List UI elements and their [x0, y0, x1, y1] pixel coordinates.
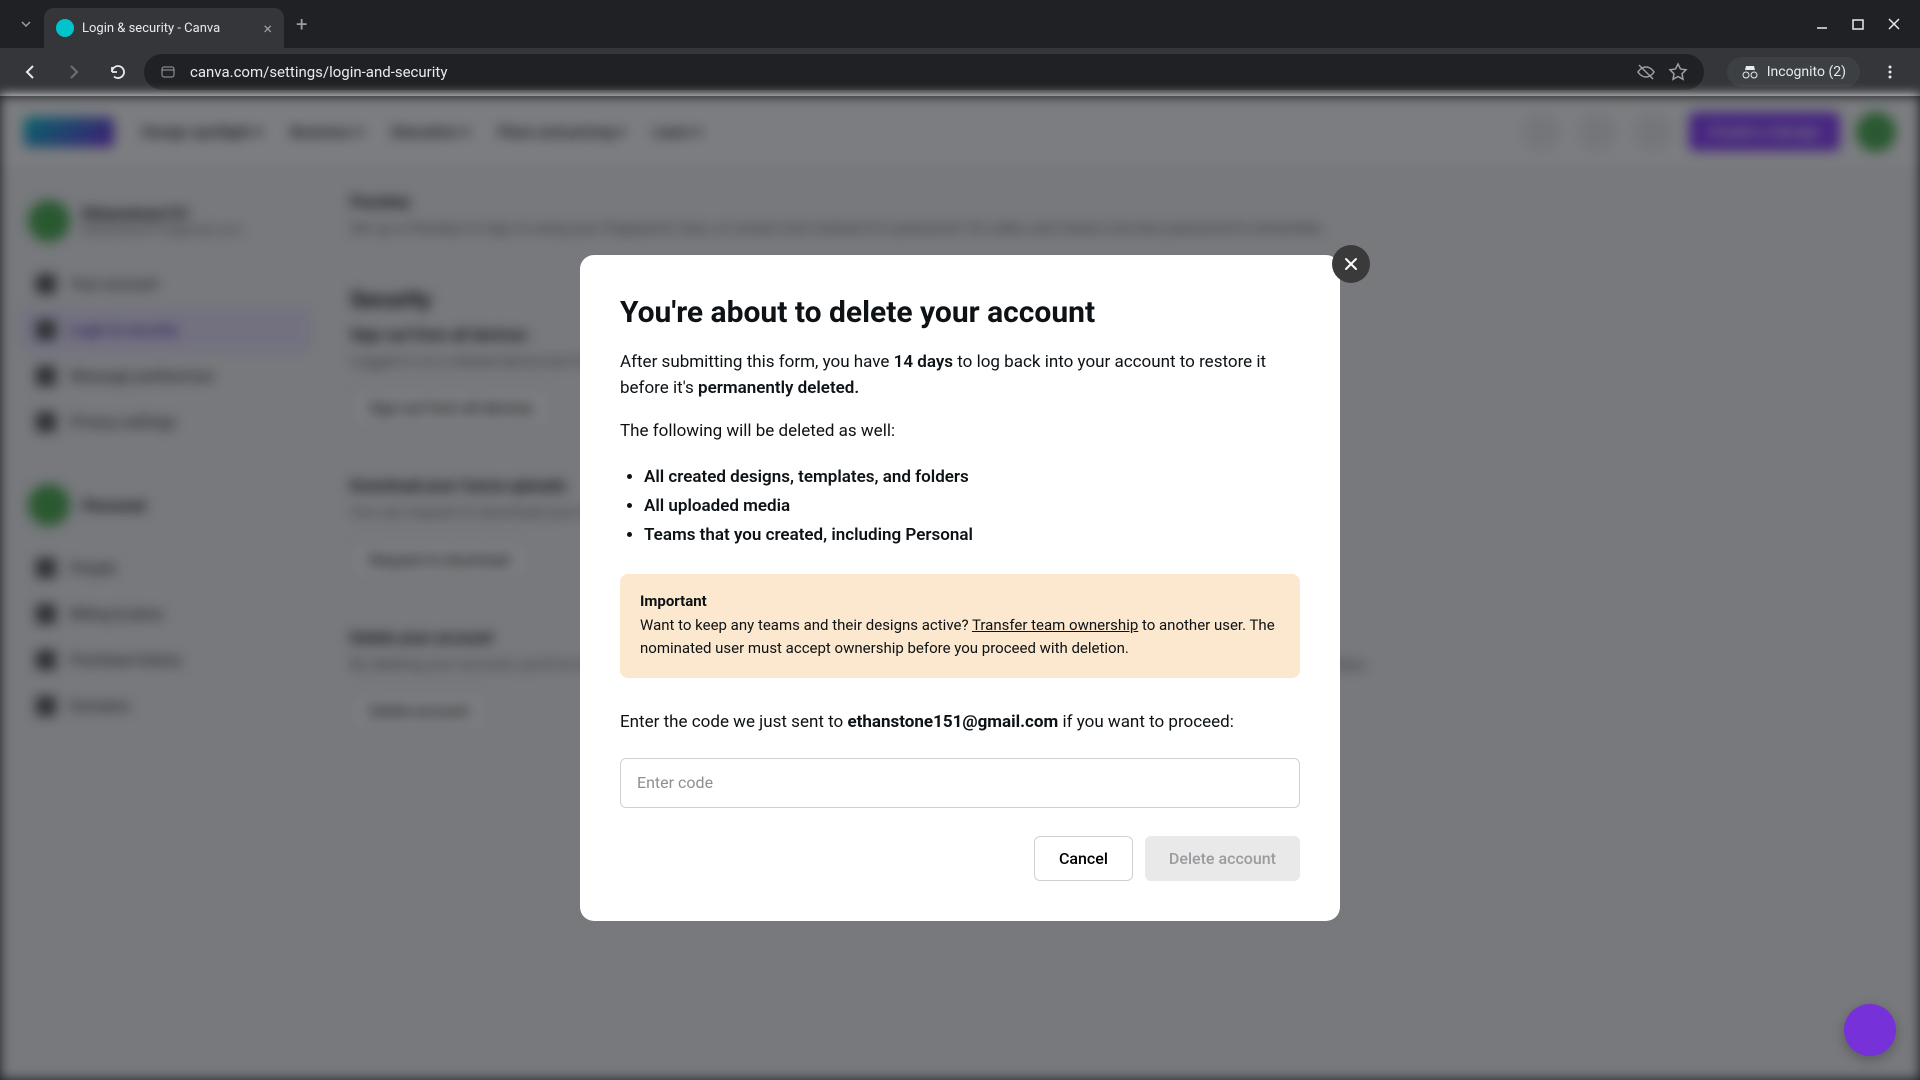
modal-deletion-list: All created designs, templates, and fold… [644, 463, 1300, 550]
tab-close-icon[interactable]: × [263, 19, 272, 38]
site-info-icon[interactable] [160, 64, 178, 80]
address-bar[interactable]: canva.com/settings/login-and-security [144, 54, 1704, 90]
minimize-icon[interactable] [1816, 18, 1828, 30]
delete-account-modal: You're about to delete your account Afte… [580, 255, 1340, 920]
important-text: Want to keep any teams and their designs… [640, 614, 1280, 661]
url-text: canva.com/settings/login-and-security [190, 63, 1624, 81]
list-item: All uploaded media [644, 492, 1300, 521]
browser-menu-icon[interactable] [1872, 54, 1908, 90]
browser-tab-bar: Login & security - Canva × + [0, 0, 1920, 48]
incognito-icon [1741, 63, 1759, 81]
close-window-icon[interactable] [1888, 18, 1900, 30]
modal-title: You're about to delete your account [620, 295, 1300, 330]
important-callout: Important Want to keep any teams and the… [620, 574, 1300, 679]
eye-off-icon[interactable] [1636, 62, 1656, 82]
modal-close-button[interactable] [1332, 245, 1370, 283]
close-icon [1343, 256, 1359, 272]
confirm-delete-button[interactable]: Delete account [1145, 836, 1300, 881]
code-instruction: Enter the code we just sent to ethanston… [620, 710, 1300, 736]
transfer-ownership-link[interactable]: Transfer team ownership [972, 616, 1138, 634]
code-input[interactable] [620, 758, 1300, 808]
back-button[interactable] [12, 54, 48, 90]
important-title: Important [640, 592, 1280, 610]
help-fab[interactable] [1844, 1004, 1896, 1056]
list-item: All created designs, templates, and fold… [644, 463, 1300, 492]
tab-favicon [56, 19, 74, 37]
tab-search-dropdown[interactable] [8, 6, 44, 42]
incognito-badge[interactable]: Incognito (2) [1727, 57, 1860, 87]
reload-button[interactable] [100, 54, 136, 90]
modal-intro: After submitting this form, you have 14 … [620, 350, 1300, 401]
cancel-button[interactable]: Cancel [1034, 836, 1133, 881]
maximize-icon[interactable] [1852, 18, 1864, 30]
tab-title: Login & security - Canva [82, 21, 255, 36]
list-item: Teams that you created, including Person… [644, 521, 1300, 550]
modal-overlay: You're about to delete your account Afte… [0, 96, 1920, 1080]
browser-toolbar: canva.com/settings/login-and-security In… [0, 48, 1920, 96]
modal-following-label: The following will be deleted as well: [620, 419, 1300, 445]
bookmark-icon[interactable] [1668, 62, 1688, 82]
forward-button[interactable] [56, 54, 92, 90]
browser-tab[interactable]: Login & security - Canva × [44, 8, 284, 48]
new-tab-button[interactable]: + [296, 12, 307, 36]
